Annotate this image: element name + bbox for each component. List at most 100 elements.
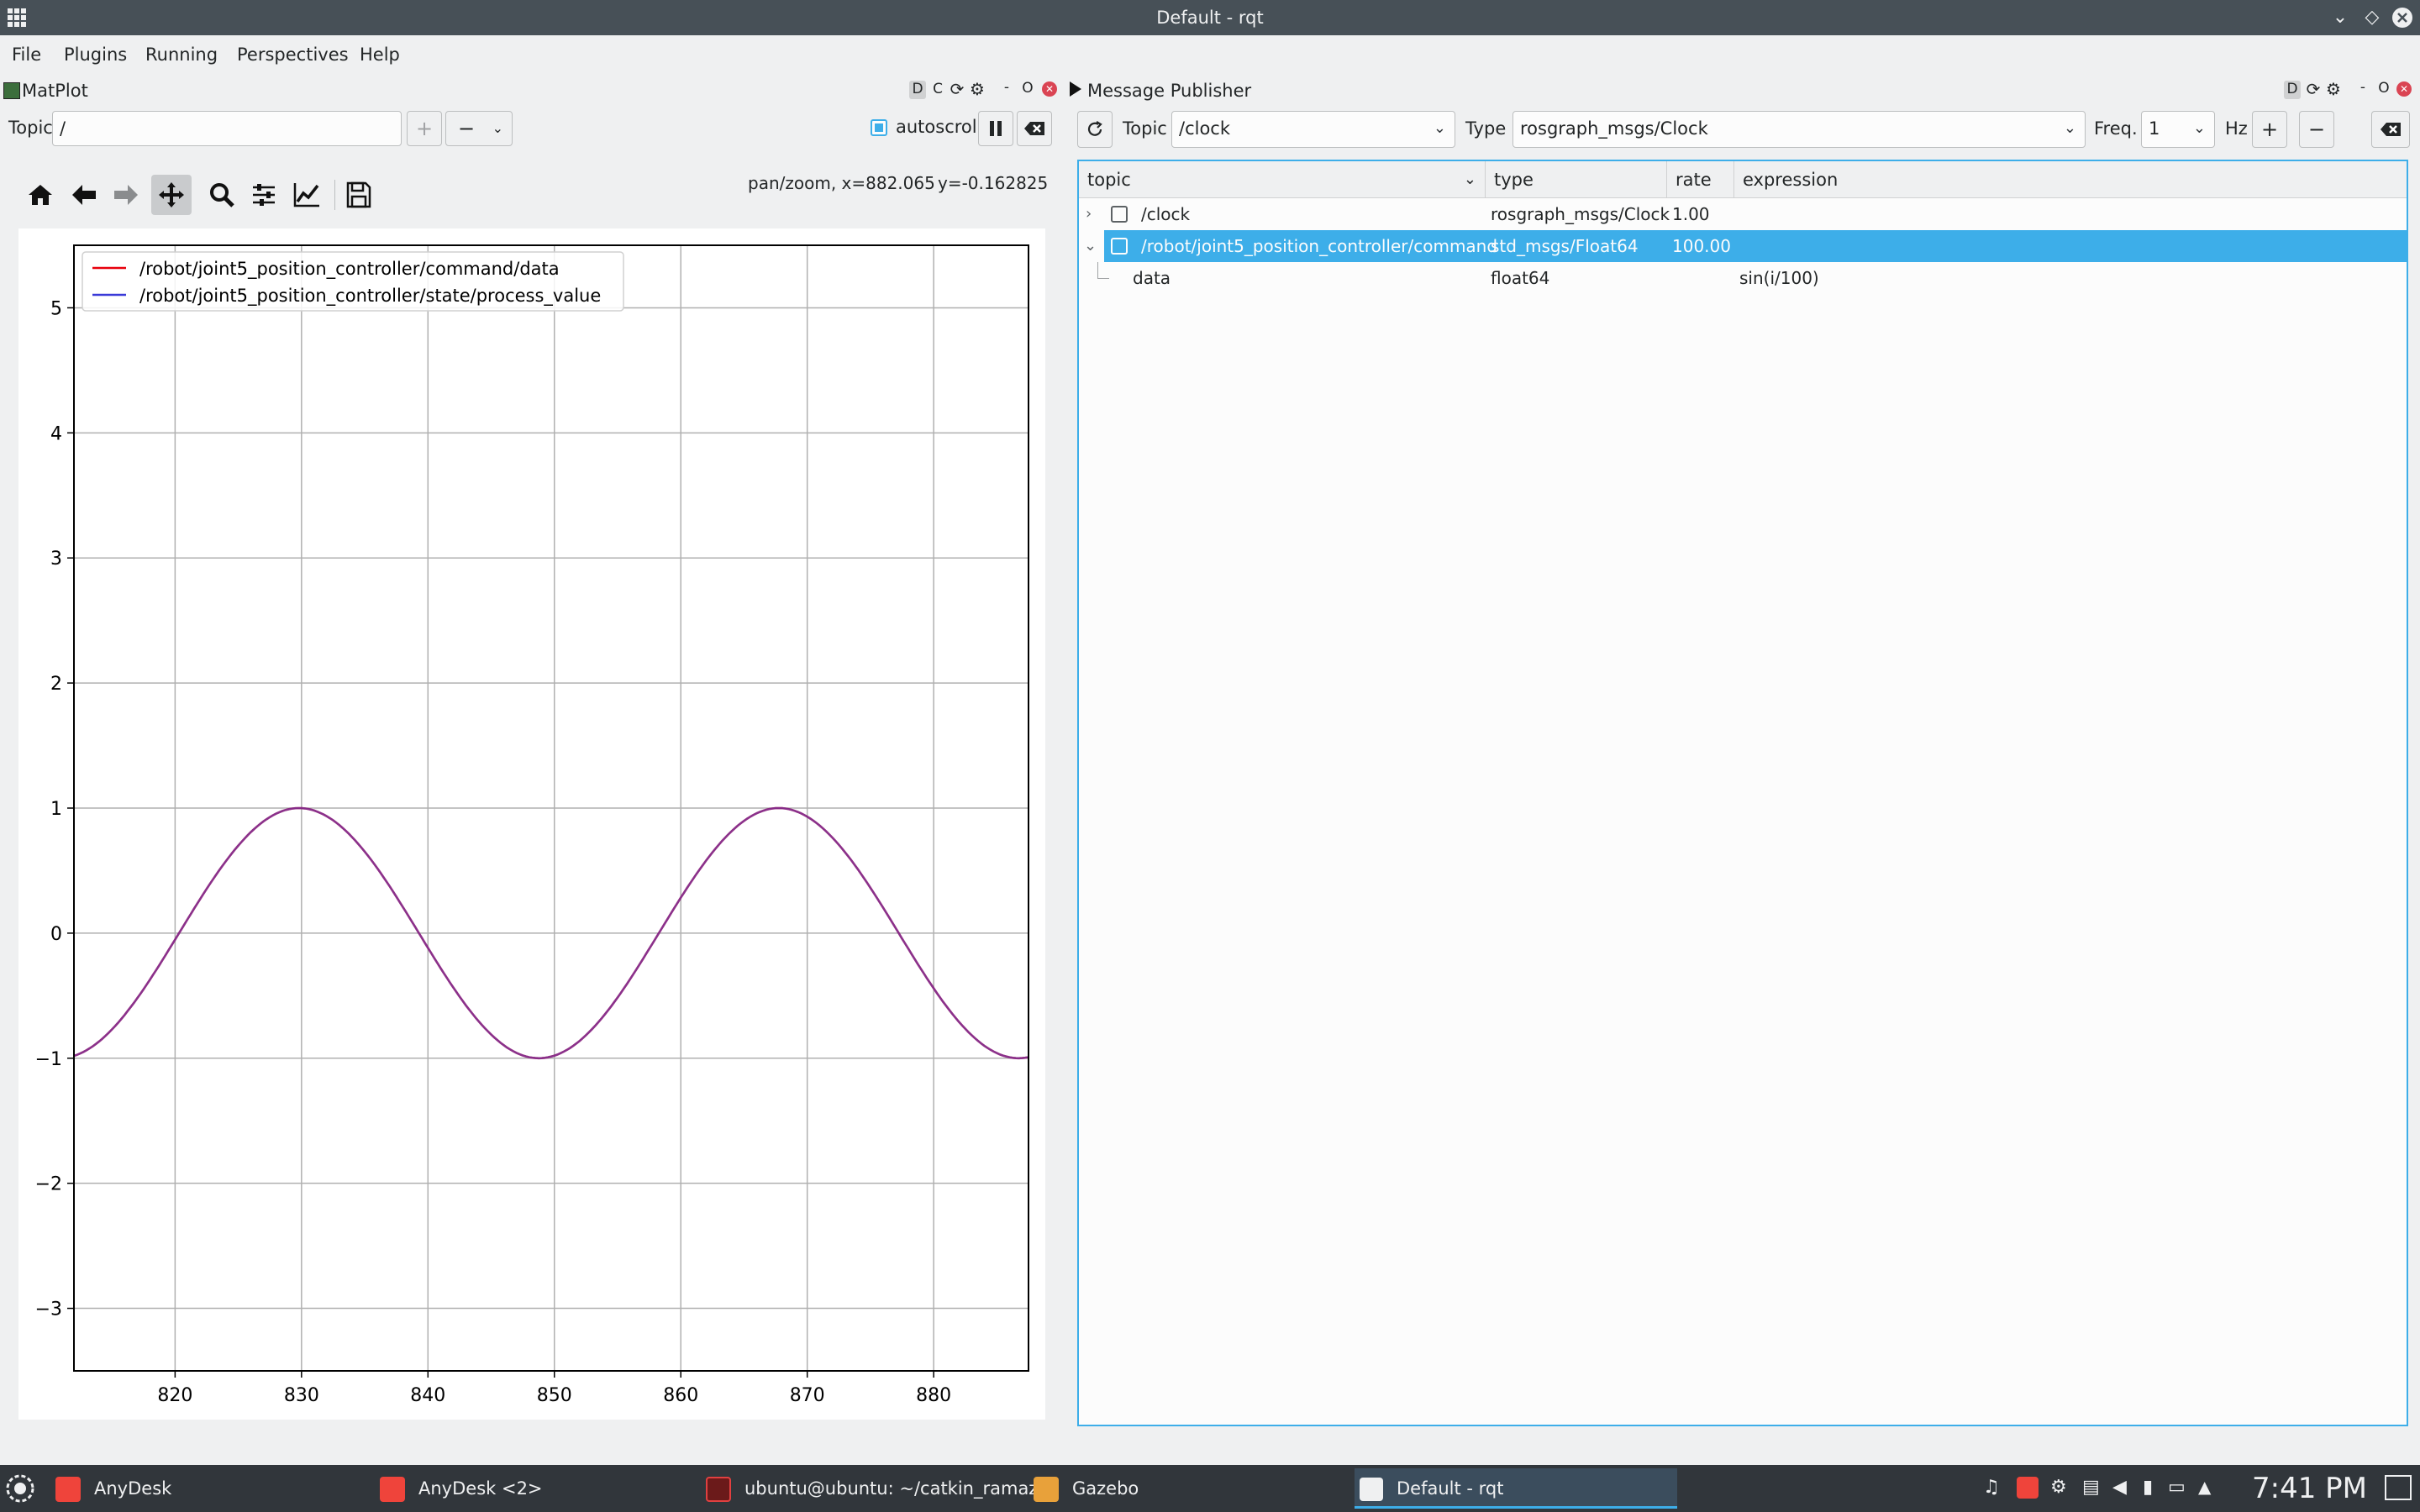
plot-toolbar <box>25 175 378 215</box>
maximize-icon[interactable]: ◇ <box>2360 5 2385 30</box>
matplot-close-icon[interactable]: ✕ <box>1042 81 1057 97</box>
publisher-topic-value: /clock <box>1179 118 1231 139</box>
task-rqt-active[interactable]: Default - rqt <box>1355 1468 1677 1509</box>
hz-label: Hz <box>2225 118 2248 139</box>
task-label: AnyDesk <box>94 1478 172 1499</box>
y-tick-label: 3 <box>50 549 62 570</box>
pan-zoom-button[interactable] <box>151 175 192 215</box>
dock-collapse-icon[interactable] <box>1069 81 1082 101</box>
matplot-remove-topic-button[interactable]: − ⌄ <box>445 111 513 146</box>
column-header-rate[interactable]: rate <box>1667 161 1734 198</box>
column-topic-label: topic <box>1087 170 1131 190</box>
remove-publisher-button[interactable]: − <box>2299 111 2334 148</box>
save-icon[interactable] <box>346 181 371 208</box>
forward-icon[interactable] <box>113 183 139 207</box>
column-header-topic[interactable]: topic ⌄ <box>1079 161 1486 198</box>
matplot-reload-icon[interactable]: ⟳ <box>948 79 966 99</box>
refresh-icon <box>1087 121 1102 136</box>
task-anydesk-2[interactable]: AnyDesk <2> <box>380 1468 543 1509</box>
row-type: rosgraph_msgs/Clock <box>1491 204 1670 224</box>
volume-icon[interactable]: ◀ <box>2112 1477 2127 1498</box>
publisher-topic-combobox[interactable]: /clock ⌄ <box>1171 111 1455 148</box>
zoom-icon[interactable] <box>208 181 235 208</box>
usb-icon[interactable]: ▮ <box>2143 1477 2153 1498</box>
configure-subplots-icon[interactable] <box>250 181 277 208</box>
clock[interactable]: 7:41 PM <box>2252 1468 2367 1509</box>
clear-publishers-button[interactable] <box>2371 111 2410 148</box>
clipboard-icon[interactable]: ▤ <box>2082 1477 2100 1498</box>
notification-icon[interactable]: ♫ <box>1983 1477 2000 1498</box>
back-icon[interactable] <box>71 183 97 207</box>
task-gazebo[interactable]: Gazebo <box>1034 1468 1139 1509</box>
publisher-dock-d-button[interactable]: D <box>2284 81 2301 99</box>
task-terminal[interactable]: ubuntu@ubuntu: ~/catkin_ramazan <box>706 1468 1060 1509</box>
y-tick-label: 0 <box>50 924 62 945</box>
column-header-expression[interactable]: expression <box>1734 161 2407 198</box>
home-icon[interactable] <box>27 183 54 207</box>
add-publisher-button[interactable]: + <box>2252 111 2287 148</box>
publisher-topic-label: Topic <box>1123 118 1167 139</box>
expand-icon[interactable]: › <box>1086 198 1092 230</box>
publisher-settings-icon[interactable]: ⚙ <box>2324 79 2343 99</box>
y-tick-label: 2 <box>50 674 62 695</box>
row-expression[interactable]: sin(i/100) <box>1739 262 1819 294</box>
column-header-type[interactable]: type <box>1486 161 1667 198</box>
matplot-remove-label: − <box>458 117 476 140</box>
refresh-topics-button[interactable] <box>1077 111 1113 148</box>
window-title: Default - rqt <box>1156 8 1264 28</box>
publisher-minimize-button[interactable]: - <box>2356 79 2370 96</box>
matplot-plugin-icon <box>3 82 20 99</box>
menu-bar: File Plugins Running Perspectives Help <box>0 35 2420 74</box>
cursor-y-readout: y=-0.162825 <box>938 173 1049 193</box>
table-row[interactable]: › /clock rosgraph_msgs/Clock 1.00 <box>1079 198 2407 230</box>
matplot-dock-c-button[interactable]: C <box>929 81 946 97</box>
minimize-icon[interactable]: ⌄ <box>2328 5 2353 30</box>
pause-button[interactable] <box>978 111 1013 146</box>
publisher-float-button[interactable]: O <box>2376 80 2391 97</box>
autoscroll-checkbox[interactable] <box>871 119 887 136</box>
clear-icon <box>1024 122 1044 135</box>
collapse-icon[interactable]: ⌄ <box>1084 230 1097 262</box>
menu-running[interactable]: Running <box>145 35 218 74</box>
tray-expand-icon[interactable]: ▲ <box>2198 1477 2211 1497</box>
menu-plugins[interactable]: Plugins <box>64 35 127 74</box>
network-icon[interactable]: ▭ <box>2168 1477 2186 1498</box>
row-rate[interactable]: 100.00 <box>1672 230 1731 262</box>
menu-perspectives[interactable]: Perspectives <box>237 35 349 74</box>
menu-file[interactable]: File <box>12 35 41 74</box>
publisher-table: topic ⌄ type rate expression › /clock ro… <box>1077 160 2408 1426</box>
clear-plot-button[interactable] <box>1017 111 1052 146</box>
chevron-down-icon: ⌄ <box>492 120 503 136</box>
row-rate[interactable]: 1.00 <box>1672 198 1710 230</box>
table-row-selected[interactable]: ⌄ /robot/joint5_position_controller/comm… <box>1079 230 2407 262</box>
matplot-minimize-button[interactable]: - <box>1000 79 1013 96</box>
x-tick-label: 850 <box>537 1385 572 1406</box>
matplot-float-button[interactable]: O <box>1020 80 1035 97</box>
y-tick-label: 5 <box>50 298 62 319</box>
publisher-close-icon[interactable]: ✕ <box>2396 81 2412 97</box>
app-launcher-icon[interactable] <box>5 1473 35 1504</box>
anydesk-icon <box>380 1477 405 1502</box>
y-tick-label: −2 <box>35 1174 62 1195</box>
terminal-icon <box>706 1477 731 1502</box>
freq-combobox[interactable]: 1 ⌄ <box>2141 111 2215 148</box>
matplot-dock-d-button[interactable]: D <box>909 81 926 99</box>
table-row-child[interactable]: data float64 sin(i/100) <box>1079 262 2407 294</box>
plot-canvas[interactable]: 820 830 840 850 860 870 880 5 4 3 2 1 0 −1 −2 −3/robot/… <box>18 228 1045 1420</box>
menu-help[interactable]: Help <box>360 35 400 74</box>
close-window-icon[interactable] <box>2390 5 2415 30</box>
steam-tray-icon[interactable]: ⚙ <box>2050 1477 2067 1498</box>
row-enable-checkbox[interactable] <box>1111 238 1128 255</box>
title-bar: Default - rqt ⌄ ◇ <box>0 0 2420 35</box>
matplot-topic-input[interactable]: / <box>52 111 402 146</box>
publisher-type-combobox[interactable]: rosgraph_msgs/Clock ⌄ <box>1512 111 2086 148</box>
edit-axes-icon[interactable] <box>292 181 321 208</box>
anydesk-tray-icon[interactable] <box>2017 1477 2039 1499</box>
matplot-settings-icon[interactable]: ⚙ <box>968 79 986 99</box>
row-enable-checkbox[interactable] <box>1111 206 1128 223</box>
matplot-add-topic-button[interactable]: + <box>407 111 442 146</box>
publisher-reload-icon[interactable]: ⟳ <box>2304 79 2323 99</box>
show-desktop-icon[interactable] <box>2385 1475 2412 1500</box>
line-chart[interactable]: 820 830 840 850 860 870 880 5 4 3 2 1 0 −1 −2 −3/robot/… <box>18 228 1045 1420</box>
task-anydesk[interactable]: AnyDesk <box>55 1468 171 1509</box>
